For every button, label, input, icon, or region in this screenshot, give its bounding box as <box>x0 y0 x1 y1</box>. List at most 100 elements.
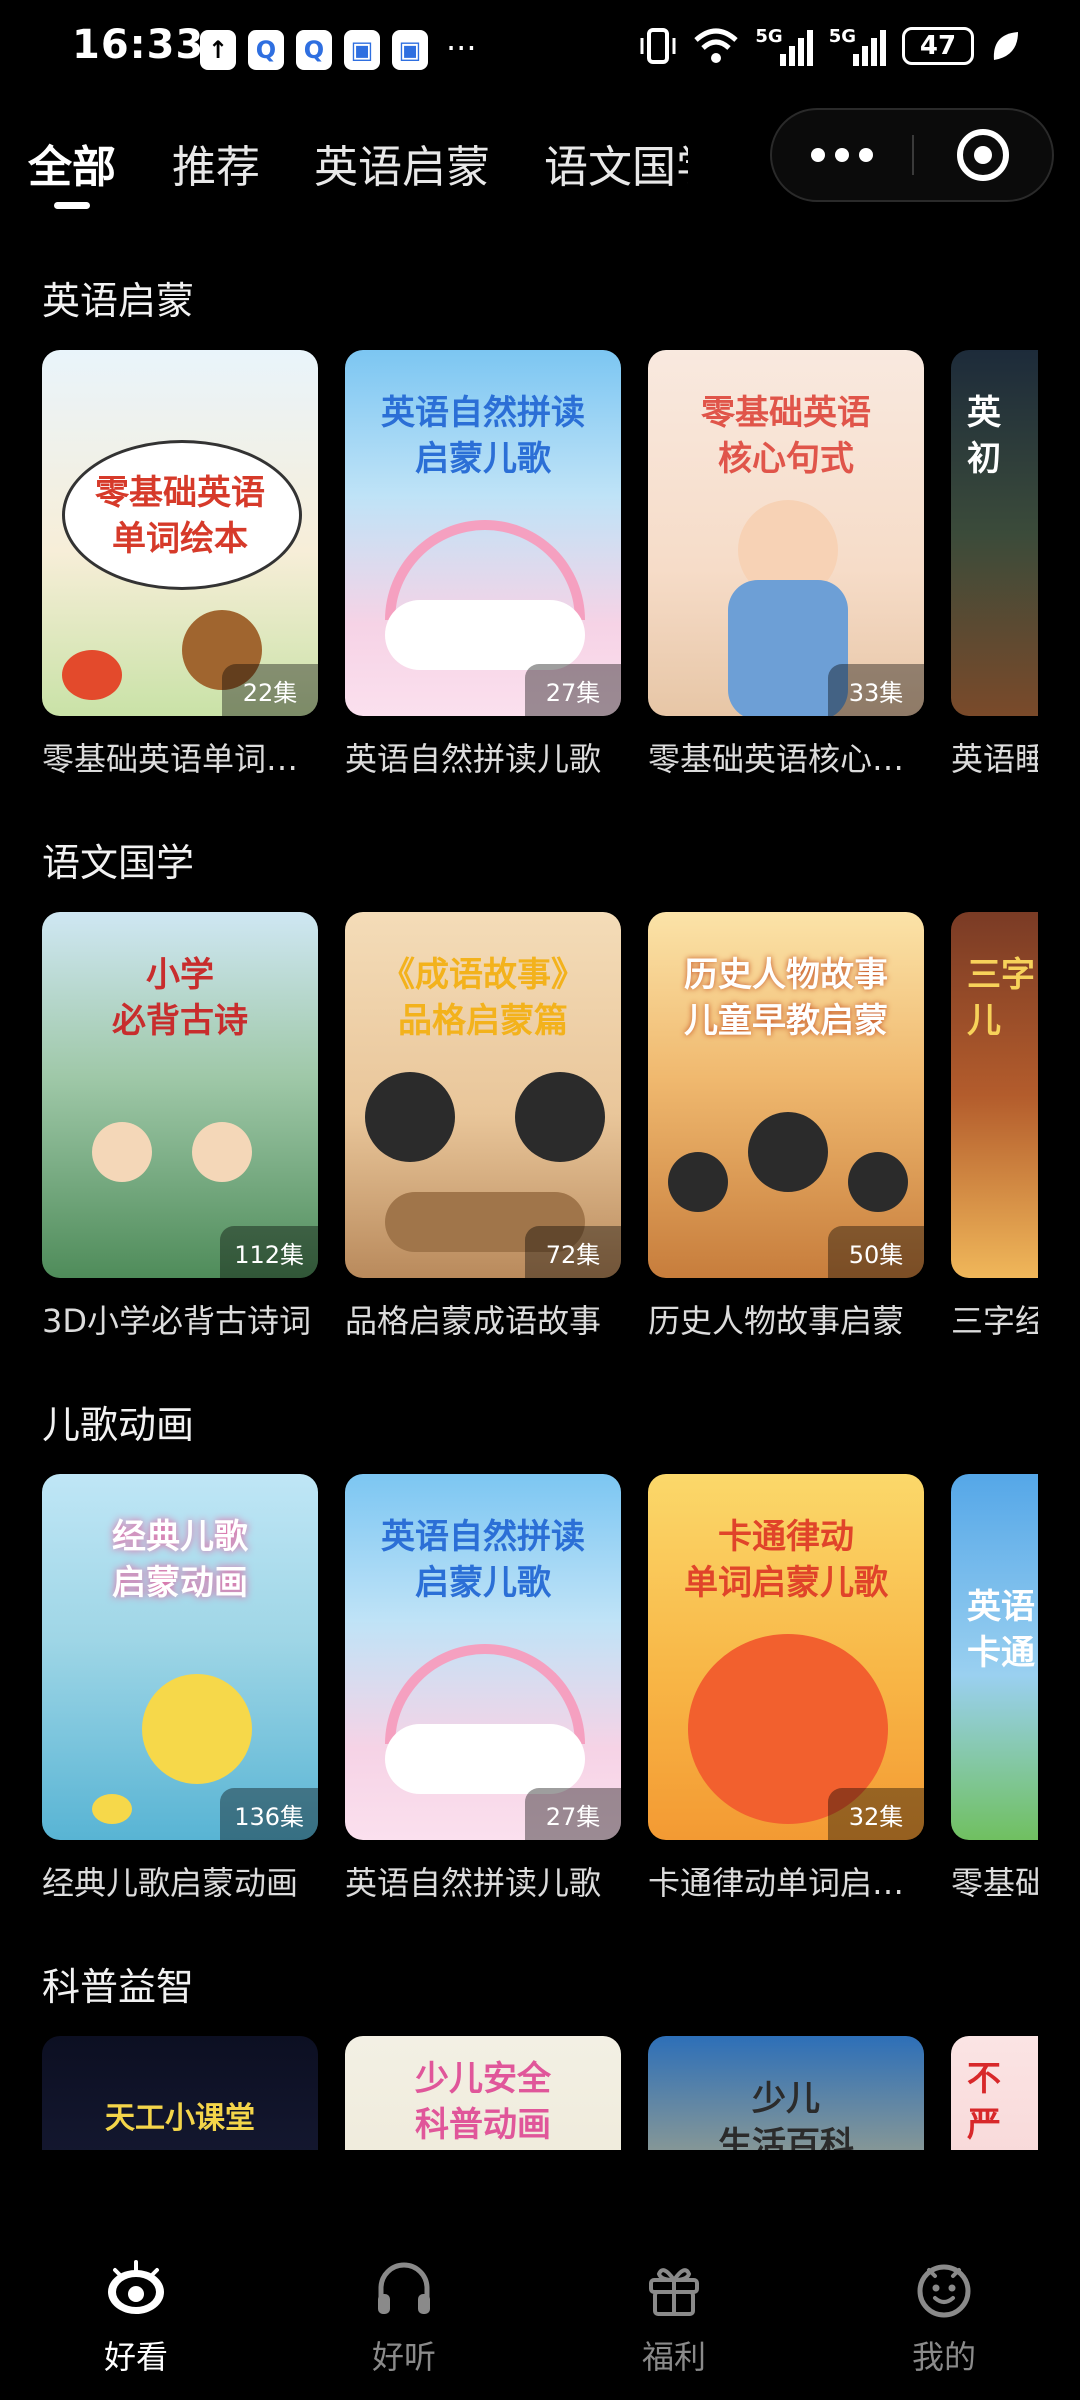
section-title: 儿歌动画 <box>42 1403 195 1447</box>
video-card[interactable]: 零基础英语 核心句式 33集 零基础英语核心句式 <box>648 350 924 780</box>
card-title: 零基础英语单词绘本 <box>42 740 318 778</box>
poster-image: 天工小课堂 <box>42 2036 318 2150</box>
video-card[interactable]: 英语自然拼读 启蒙儿歌 27集 英语自然拼读儿歌 <box>345 1474 621 1904</box>
section-title: 科普益智 <box>42 1965 195 2009</box>
episode-count-badge: 22集 <box>222 664 318 716</box>
poster-image: 经典儿歌 启蒙动画 136集 <box>42 1474 318 1840</box>
tab-english[interactable]: 英语启蒙 <box>314 131 490 195</box>
poster-title: 小学 必背古诗 <box>112 955 248 1041</box>
tab-recommended[interactable]: 推荐 <box>172 131 260 195</box>
mini-program-capsule <box>770 108 1054 202</box>
gift-icon <box>649 2268 699 2316</box>
video-card[interactable]: 英语自然拼读 启蒙儿歌 27集 英语自然拼读儿歌 <box>345 350 621 780</box>
video-card[interactable]: 《成语故事》 品格启蒙篇 72集 品格启蒙成语故事 <box>345 912 621 1342</box>
system-icons: 5G 5G 47 <box>639 26 1020 66</box>
card-title: 英语睡 <box>951 740 1038 778</box>
poster-title: 经典儿歌 启蒙动画 <box>112 1517 248 1603</box>
card-row[interactable]: 小学 必背古诗 112集 3D小学必背古诗词 《成语故事》 品格启蒙篇 72集 品格… <box>42 912 1038 1342</box>
eye-icon <box>108 2260 164 2314</box>
episode-count-badge: 27集 <box>525 1788 621 1840</box>
wifi-icon <box>694 28 739 63</box>
card-title: 3D小学必背古诗词 <box>42 1302 312 1340</box>
card-title: 零基础 <box>951 1864 1038 1902</box>
section-nursery-rhymes: 儿歌动画 经典儿歌 启蒙动画 136集 经典儿歌启蒙动画 英语自然拼读 启蒙儿歌 2… <box>42 1364 1080 1924</box>
poster-image: 《成语故事》 品格启蒙篇 72集 <box>345 912 621 1278</box>
nav-label: 福利 <box>641 2338 706 2376</box>
poster-title: 零基础英语 单词绘本 <box>95 473 265 559</box>
video-card[interactable]: 英初 英语睡 <box>951 350 1038 780</box>
nav-mine[interactable]: 我的 <box>874 2258 1014 2378</box>
battery-indicator: 47 <box>902 27 974 65</box>
section-chinese: 语文国学 小学 必背古诗 112集 3D小学必背古诗词 《成语故事》 品格启蒙篇 7… <box>42 802 1080 1362</box>
poster-image: 少儿安全 科普动画 <box>345 2036 621 2150</box>
card-row[interactable]: 经典儿歌 启蒙动画 136集 经典儿歌启蒙动画 英语自然拼读 启蒙儿歌 27集 英语… <box>42 1474 1038 1904</box>
video-card[interactable]: 少儿安全 科普动画 <box>345 2036 621 2150</box>
poster-image: 不严 <box>951 2036 1038 2150</box>
poster-title: 三字儿 <box>967 955 1035 1041</box>
notification-icons: ↑ Q Q ▣ ▣ ··· <box>200 30 477 70</box>
section-science: 科普益智 天工小课堂 少儿安全 科普动画 少儿 生活百科 不严 <box>42 1926 1080 2150</box>
poster-title: 英语自然拼读 启蒙儿歌 <box>381 1517 585 1603</box>
content-feed[interactable]: 英语启蒙 零基础英语 单词绘本 22集 零基础英语单词绘本 英语自然拼读 启蒙儿歌 … <box>0 240 1080 2150</box>
signal-icon-1: 5G <box>755 26 813 66</box>
poster-image: 历史人物故事 儿童早教启蒙 50集 <box>648 912 924 1278</box>
category-tabs: 全部 推荐 英语启蒙 语文国学 <box>28 128 688 198</box>
card-title: 历史人物故事启蒙 <box>648 1302 905 1340</box>
episode-count-badge: 32集 <box>828 1788 924 1840</box>
video-card[interactable]: 经典儿歌 启蒙动画 136集 经典儿歌启蒙动画 <box>42 1474 318 1904</box>
nav-benefits[interactable]: 福利 <box>604 2258 744 2378</box>
tab-all[interactable]: 全部 <box>28 131 116 195</box>
nav-watch[interactable]: 好看 <box>66 2258 206 2378</box>
card-title: 经典儿歌启蒙动画 <box>42 1864 299 1902</box>
video-card[interactable]: 小学 必背古诗 112集 3D小学必背古诗词 <box>42 912 318 1342</box>
card-row[interactable]: 天工小课堂 少儿安全 科普动画 少儿 生活百科 不严 <box>42 2036 1038 2150</box>
card-title: 品格启蒙成语故事 <box>345 1302 602 1340</box>
poster-title: 少儿 生活百科 <box>718 2079 854 2150</box>
video-card[interactable]: 少儿 生活百科 <box>648 2036 924 2150</box>
episode-count-badge: 27集 <box>525 664 621 716</box>
chat-app-icon-2: Q <box>296 30 332 70</box>
more-notifications-icon: ··· <box>446 29 477 67</box>
ellipsis-icon[interactable] <box>772 148 912 162</box>
section-title: 语文国学 <box>42 841 195 885</box>
poster-image: 小学 必背古诗 112集 <box>42 912 318 1278</box>
poster-image: 英语自然拼读 启蒙儿歌 27集 <box>345 1474 621 1840</box>
poster-title: 英初 <box>967 393 1001 479</box>
signal-icon-2: 5G <box>829 26 886 66</box>
target-close-icon[interactable] <box>914 129 1052 181</box>
card-title: 英语自然拼读儿歌 <box>345 1864 602 1902</box>
poster-image: 卡通律动 单词启蒙儿歌 32集 <box>648 1474 924 1840</box>
section-title: 英语启蒙 <box>42 279 195 323</box>
bottom-navigation: 好看 好听 福利 我的 <box>0 2200 1080 2400</box>
card-title: 三字经 <box>951 1302 1038 1340</box>
vibrate-icon <box>640 28 676 64</box>
poster-image: 零基础英语 核心句式 33集 <box>648 350 924 716</box>
video-card[interactable]: 卡通律动单词启蒙儿歌 32集 卡通律动单词启蒙儿歌 <box>648 1474 924 1904</box>
poster-title: 《成语故事》 品格启蒙篇 <box>381 955 585 1041</box>
tab-chinese[interactable]: 语文国学 <box>544 131 688 195</box>
video-card[interactable]: 零基础英语 单词绘本 22集 零基础英语单词绘本 <box>42 350 318 780</box>
video-card[interactable]: 英语 卡通 零基础 <box>951 1474 1038 1904</box>
video-card[interactable]: 历史人物故事 儿童早教启蒙 50集 历史人物故事启蒙 <box>648 912 924 1342</box>
poster-title: 历史人物故事 儿童早教启蒙 <box>684 955 888 1041</box>
video-card[interactable]: 不严 <box>951 2036 1038 2150</box>
poster-image: 英语自然拼读 启蒙儿歌 27集 <box>345 350 621 716</box>
active-tab-indicator <box>54 202 90 209</box>
poster-image: 三字儿 <box>951 912 1038 1278</box>
video-card[interactable]: 天工小课堂 <box>42 2036 318 2150</box>
nav-label: 好听 <box>371 2338 436 2376</box>
poster-title: 卡通律动 单词启蒙儿歌 <box>684 1517 888 1603</box>
episode-count-badge: 50集 <box>828 1226 924 1278</box>
poster-image: 英语 卡通 <box>951 1474 1038 1840</box>
poster-title: 天工小课堂 <box>105 2101 255 2136</box>
app-notification-icon-2: ▣ <box>392 30 428 70</box>
card-title: 卡通律动单词启蒙儿歌 <box>648 1864 924 1902</box>
nav-listen[interactable]: 好听 <box>334 2258 474 2378</box>
episode-count-badge: 33集 <box>828 664 924 716</box>
video-card[interactable]: 三字儿 三字经 <box>951 912 1038 1342</box>
card-row[interactable]: 零基础英语 单词绘本 22集 零基础英语单词绘本 英语自然拼读 启蒙儿歌 27集 英… <box>42 350 1038 780</box>
poster-title: 英语自然拼读 启蒙儿歌 <box>381 393 585 479</box>
card-title: 零基础英语核心句式 <box>648 740 924 778</box>
chat-app-icon: Q <box>248 30 284 70</box>
poster-image: 英初 <box>951 350 1038 716</box>
